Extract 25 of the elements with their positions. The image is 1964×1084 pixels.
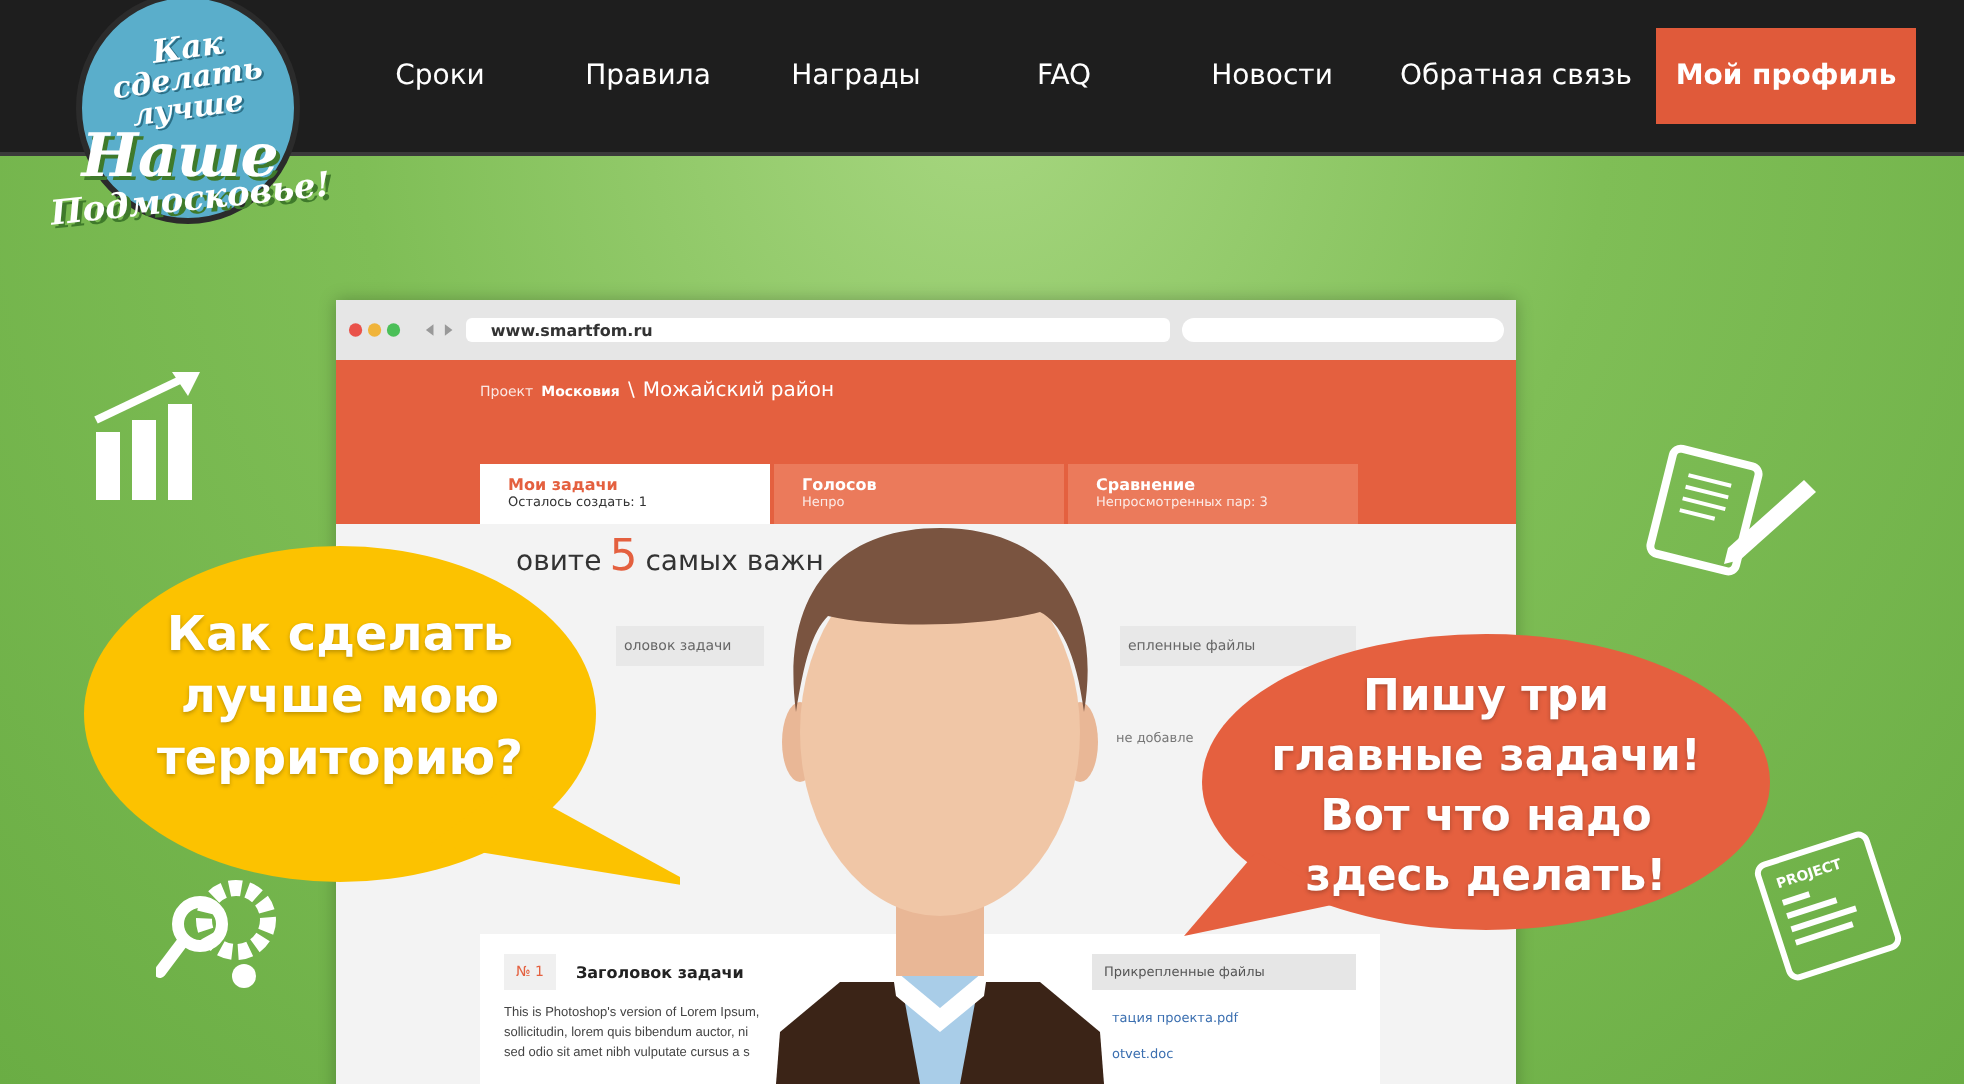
bubble-text: здесь делать! bbox=[1305, 850, 1667, 906]
nav-link[interactable]: Правила bbox=[544, 60, 752, 92]
bubble-text: Вот что надо bbox=[1320, 790, 1652, 846]
bubble-text: Как сделать bbox=[166, 604, 514, 666]
nav-link[interactable]: Сроки bbox=[336, 60, 544, 92]
nav-link[interactable]: Обратная связь bbox=[1376, 60, 1656, 92]
bubble-text: территорию? bbox=[156, 728, 523, 790]
profile-button[interactable]: Мой профиль bbox=[1656, 28, 1916, 124]
breadcrumb-separator: \ bbox=[627, 380, 635, 402]
task-title: Заголовок задачи bbox=[575, 963, 744, 981]
search-field[interactable] bbox=[1181, 318, 1504, 342]
heading-text: овите bbox=[516, 546, 602, 578]
document-pen-icon bbox=[1644, 444, 1820, 580]
nav-link[interactable]: Награды bbox=[752, 60, 960, 92]
bubble-text: главные задачи! bbox=[1271, 730, 1701, 786]
growth-chart-icon bbox=[92, 372, 200, 500]
nav-link[interactable]: FAQ bbox=[960, 60, 1168, 92]
breadcrumb-current: Можайский район bbox=[642, 380, 835, 402]
bubble-text: лучше мою bbox=[180, 666, 500, 728]
back-forward-icon[interactable] bbox=[424, 322, 455, 338]
heading-text: самых важн bbox=[645, 546, 824, 578]
address-field[interactable]: www.smartfom.ru bbox=[466, 318, 1170, 342]
heading-number: 5 bbox=[609, 532, 638, 582]
bubble-text: Пишу три bbox=[1362, 670, 1610, 726]
nav-link[interactable]: Новости bbox=[1168, 60, 1376, 92]
